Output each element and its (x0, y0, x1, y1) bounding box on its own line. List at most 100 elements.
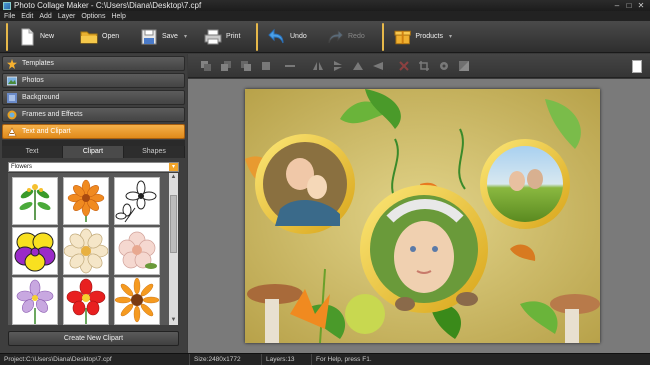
category-dropdown[interactable]: Flowers ▾ (8, 162, 179, 172)
background-icon (7, 92, 17, 103)
menu-edit[interactable]: Edit (21, 13, 33, 20)
create-new-clipart-button[interactable]: Create New Clipart (8, 331, 179, 346)
status-size: Size:2480x1772 (190, 353, 262, 365)
menu-options[interactable]: Options (81, 13, 105, 20)
white-flower-outline-icon (115, 180, 157, 223)
align-icon[interactable] (284, 60, 296, 72)
scroll-thumb[interactable] (170, 195, 177, 253)
chevron-down-icon[interactable]: ▾ (449, 33, 452, 40)
clipart-item[interactable] (114, 227, 160, 275)
scroll-up-icon[interactable]: ▲ (169, 173, 178, 182)
menu-help[interactable]: Help (111, 13, 125, 20)
orange-flower-icon (67, 179, 105, 222)
crop-icon[interactable] (418, 60, 430, 72)
chevron-down-icon[interactable]: ▾ (184, 33, 187, 40)
red-flower-icon (66, 278, 106, 324)
minimize-button[interactable]: – (612, 1, 622, 10)
menu-layer[interactable]: Layer (58, 13, 76, 20)
delete-icon[interactable] (398, 60, 410, 72)
printer-icon (204, 29, 222, 44)
flip-vertical-icon[interactable] (332, 60, 344, 72)
bring-forward-icon[interactable] (220, 60, 232, 72)
transparency-icon[interactable] (458, 60, 470, 72)
bird-right (456, 292, 478, 306)
menu-add[interactable]: Add (39, 13, 51, 20)
star-icon (7, 58, 17, 69)
chevron-down-icon[interactable]: ▾ (169, 163, 178, 171)
undo-button[interactable]: Undo (262, 23, 320, 51)
apple (345, 294, 385, 334)
flip-horizontal-icon[interactable] (312, 60, 324, 72)
maximize-button[interactable]: □ (624, 1, 634, 10)
tab-text[interactable]: Text (2, 146, 63, 158)
clipart-item[interactable] (12, 177, 58, 225)
products-button[interactable]: Products ▾ (388, 23, 458, 51)
orange-sunflower-icon (114, 277, 160, 323)
new-document-icon (21, 28, 34, 45)
clipart-item[interactable] (12, 277, 58, 325)
rotate-right-icon[interactable] (372, 60, 384, 72)
main-toolbar: New Open Save ▾ Print Undo Redo Products… (0, 21, 650, 53)
sidebar-item-background[interactable]: Background (2, 90, 185, 105)
redo-button[interactable]: Redo (320, 23, 378, 51)
products-box-icon (394, 30, 411, 44)
save-button[interactable]: Save ▾ (134, 23, 198, 51)
clipart-item[interactable] (63, 177, 109, 225)
open-button[interactable]: Open (74, 23, 134, 51)
menu-file[interactable]: File (4, 13, 15, 20)
redo-arrow-icon (328, 28, 344, 43)
clipart-item[interactable] (114, 177, 160, 225)
scroll-down-icon[interactable]: ▼ (169, 316, 178, 325)
clipart-icon (7, 126, 17, 136)
photo-right (487, 146, 563, 222)
folder-icon (80, 31, 98, 43)
workspace (188, 79, 650, 353)
clipart-item[interactable] (63, 277, 109, 325)
purple-flower-icon (16, 279, 54, 324)
sidebar-item-frames[interactable]: Frames and Effects (2, 107, 185, 122)
collage-artwork (245, 89, 600, 343)
tab-shapes[interactable]: Shapes (124, 146, 185, 158)
toolbar-separator (256, 22, 258, 51)
pink-flower-icon (118, 231, 157, 269)
title-bar: Photo Collage Maker - C:\Users\Diana\Des… (0, 0, 650, 11)
yellow-purple-pansy-icon (14, 232, 56, 272)
send-to-back-icon[interactable] (260, 60, 272, 72)
status-project: Project:C:\Users\Diana\Desktop\7.cpf (0, 353, 190, 365)
collage-canvas[interactable] (245, 89, 600, 343)
app-icon (3, 1, 11, 10)
bring-to-front-icon[interactable] (200, 60, 212, 72)
menu-bar: File Edit Add Layer Options Help (0, 11, 650, 21)
status-layers: Layers:13 (262, 353, 312, 365)
photo-icon (7, 76, 17, 85)
layer-toolbar (188, 54, 650, 78)
bird-left (395, 297, 415, 311)
frames-icon (7, 110, 17, 119)
toolbar-separator (6, 22, 8, 51)
green-leaf-sprig-icon (19, 184, 51, 220)
properties-gear-icon[interactable] (438, 60, 450, 72)
undo-arrow-icon (268, 28, 284, 43)
cream-flower-icon (63, 228, 109, 274)
tab-clipart[interactable]: Clipart (63, 146, 124, 158)
status-help: For Help, press F1. (316, 355, 372, 363)
floppy-disk-icon (141, 29, 157, 44)
print-button[interactable]: Print (198, 23, 252, 51)
sidebar-item-text-clipart[interactable]: Text and Clipart (2, 124, 185, 139)
window-title: Photo Collage Maker - C:\Users\Diana\Des… (14, 1, 202, 10)
sidebar-item-templates[interactable]: Templates (2, 56, 185, 71)
new-button[interactable]: New (12, 23, 74, 51)
clipart-tabs: Text Clipart Shapes (2, 146, 185, 158)
page-icon[interactable] (632, 60, 642, 73)
clipart-scrollbar[interactable]: ▲ ▼ (169, 173, 178, 325)
status-bar: Project:C:\Users\Diana\Desktop\7.cpf Siz… (0, 353, 650, 365)
clipart-grid (8, 173, 178, 325)
send-backward-icon[interactable] (240, 60, 252, 72)
clipart-item[interactable] (63, 227, 109, 275)
close-button[interactable]: ✕ (636, 1, 646, 10)
toolbar-separator (382, 22, 384, 51)
clipart-item[interactable] (12, 227, 58, 275)
clipart-item[interactable] (114, 277, 160, 325)
rotate-left-icon[interactable] (352, 60, 364, 72)
sidebar-item-photos[interactable]: Photos (2, 73, 185, 88)
